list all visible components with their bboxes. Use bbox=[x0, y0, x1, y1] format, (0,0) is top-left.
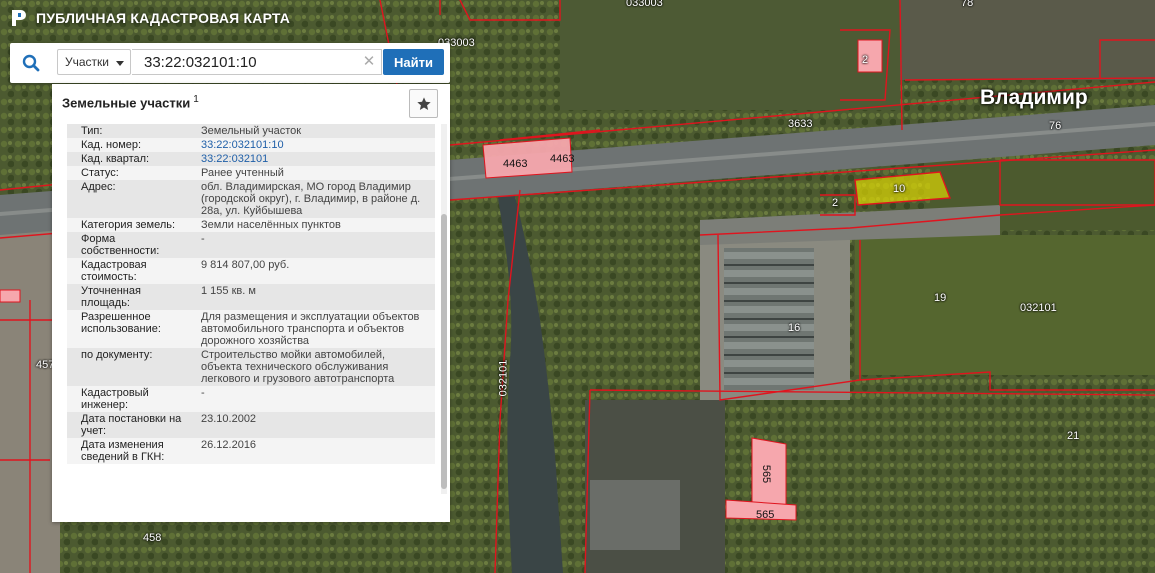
map-label-parcel: 4463 bbox=[550, 153, 575, 165]
chevron-down-icon bbox=[116, 61, 124, 66]
map-label-quarter: 033003 bbox=[626, 0, 663, 9]
attribute-row: Форма собственности: - bbox=[67, 232, 435, 258]
app-title: ПУБЛИЧНАЯ КАДАСТРОВАЯ КАРТА bbox=[36, 10, 291, 26]
scrollbar-thumb[interactable] bbox=[441, 214, 447, 489]
attribute-value: обл. Владимирская, МО город Владимир (го… bbox=[201, 181, 421, 217]
app-header: ПУБЛИЧНАЯ КАДАСТРОВАЯ КАРТА bbox=[10, 8, 290, 28]
map-label-parcel: 2 bbox=[832, 197, 839, 209]
map-label-parcel: 458 bbox=[143, 532, 162, 544]
attribute-row: Кад. квартал: 33:22:032101 bbox=[67, 152, 435, 166]
attribute-row: Категория земель: Земли населённых пункто… bbox=[67, 218, 435, 232]
attribute-label: Тип: bbox=[81, 125, 103, 137]
attribute-row: Тип: Земельный участок bbox=[67, 124, 435, 138]
parcel-info-panel: Земельные участки 1 Тип: Земельный участок… bbox=[52, 84, 450, 522]
attribute-label: Дата постановки на учет: bbox=[81, 413, 182, 437]
star-icon bbox=[416, 96, 431, 110]
cadastre-logo-icon[interactable] bbox=[10, 8, 28, 28]
attribute-row: Статус: Ранее учтенный bbox=[67, 166, 435, 180]
attribute-value[interactable]: 33:22:032101 bbox=[195, 152, 435, 166]
attribute-value: Земли населённых пунктов bbox=[201, 219, 341, 231]
attribute-link[interactable]: 33:22:032101 bbox=[201, 153, 268, 165]
favorite-button[interactable] bbox=[409, 89, 438, 118]
attribute-label: Форма собственности: bbox=[81, 233, 160, 257]
result-count: 1 bbox=[193, 94, 199, 105]
map-label-parcel: 2 bbox=[862, 54, 869, 66]
panel-title: Земельные участки 1 bbox=[62, 94, 199, 110]
attribute-value[interactable]: 33:22:032101:10 bbox=[195, 138, 435, 152]
attribute-label: Кадастровая стоимость: bbox=[81, 259, 147, 283]
map-label-quarter: 032101 bbox=[497, 359, 510, 397]
attribute-link[interactable]: 33:22:032101:10 bbox=[201, 139, 284, 151]
search-bar: Участки ✕ Найти bbox=[10, 43, 450, 83]
attribute-row: Дата постановки на учет: 23.10.2002 bbox=[67, 412, 435, 438]
panel-scrollbar[interactable] bbox=[441, 124, 447, 494]
attribute-row: по документу: Строительство мойки автомоб… bbox=[67, 348, 435, 386]
attribute-label: Уточненная площадь: bbox=[81, 285, 141, 309]
attribute-row: Дата изменения сведений в ГКН: 26.12.2016 bbox=[67, 438, 435, 464]
attribute-row: Кадастровая стоимость: 9 814 807,00 руб. bbox=[67, 258, 435, 284]
attribute-value: Ранее учтенный bbox=[201, 167, 284, 179]
clear-icon[interactable]: ✕ bbox=[360, 53, 378, 71]
attribute-label: Кад. номер: bbox=[81, 139, 142, 151]
attribute-value: 9 814 807,00 руб. bbox=[201, 259, 290, 271]
map-label-parcel: 19 bbox=[934, 292, 947, 304]
attribute-row: Уточненная площадь: 1 155 кв. м bbox=[67, 284, 435, 310]
attribute-value: 1 155 кв. м bbox=[201, 285, 256, 297]
attribute-label: по документу: bbox=[81, 349, 153, 361]
attribute-row: Разрешенное использование: Для размещения… bbox=[67, 310, 435, 348]
attribute-value: Земельный участок bbox=[201, 125, 302, 137]
map-label-parcel: 21 bbox=[1067, 430, 1080, 442]
attribute-value: Для размещения и эксплуатации объектов а… bbox=[201, 311, 420, 347]
attribute-row: Кадастровый инженер: - bbox=[67, 386, 435, 412]
attribute-row: Адрес: обл. Владимирская, МО город Владим… bbox=[67, 180, 435, 218]
map-label-building: 565 bbox=[760, 464, 773, 484]
search-input[interactable] bbox=[132, 49, 382, 75]
map-label-selected-parcel[interactable]: 10 bbox=[893, 183, 905, 195]
attribute-row: Кад. номер: 33:22:032101:10 bbox=[67, 138, 435, 152]
attribute-label: Разрешенное использование: bbox=[81, 311, 161, 335]
attribute-label: Кад. квартал: bbox=[81, 153, 150, 165]
map-label-parcel: 4463 bbox=[503, 158, 528, 170]
search-icon[interactable] bbox=[10, 43, 52, 83]
map-label-parcel: 78 bbox=[961, 0, 974, 9]
attribute-value: - bbox=[201, 387, 205, 399]
attribute-label: Категория земель: bbox=[81, 219, 176, 231]
search-type-select[interactable]: Участки bbox=[57, 49, 131, 75]
attribute-label: Статус: bbox=[81, 167, 119, 179]
map-label-building: 565 bbox=[756, 509, 775, 521]
attribute-label: Дата изменения сведений в ГКН: bbox=[81, 439, 165, 463]
attribute-value: 26.12.2016 bbox=[201, 439, 257, 451]
find-button[interactable]: Найти bbox=[383, 49, 444, 75]
map-label-quarter: 032101 bbox=[1020, 302, 1057, 314]
attribute-value: Строительство мойки автомобилей, объекта… bbox=[201, 349, 395, 385]
attributes-table: Тип: Земельный участок Кад. номер: 33:22:03… bbox=[67, 124, 435, 464]
search-type-label: Участки bbox=[65, 55, 109, 69]
map-label-parcel: 76 bbox=[1049, 120, 1062, 132]
panel-title-text: Земельные участки bbox=[62, 95, 191, 111]
attribute-value: - bbox=[201, 233, 205, 245]
map-label-parcel: 16 bbox=[788, 322, 801, 334]
attribute-value: 23.10.2002 bbox=[201, 413, 257, 425]
city-label: Владимир bbox=[980, 86, 1088, 109]
map-label-road: 3633 bbox=[788, 118, 813, 130]
attribute-label: Адрес: bbox=[81, 181, 116, 193]
attribute-label: Кадастровый инженер: bbox=[81, 387, 149, 411]
